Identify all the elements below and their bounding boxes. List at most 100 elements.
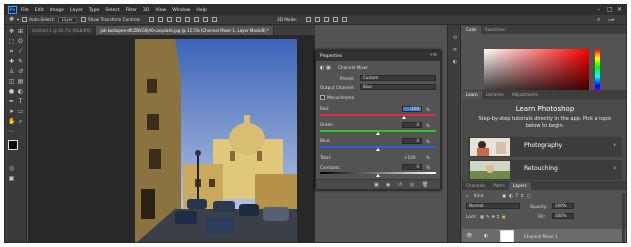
layers-scrollbar[interactable] <box>622 193 625 242</box>
output-channel-dropdown[interactable]: Blue <box>360 84 436 90</box>
gradient-tool-icon[interactable]: ▤ <box>17 78 24 85</box>
tab-unsplash-image[interactable]: jak-kostapne-dfcZBVG0jA0-unsplash.jpg @ … <box>96 26 274 35</box>
layer-row-channel-mixer[interactable]: 👁 ◐ Channel Mixer 1 <box>462 229 626 242</box>
delete-icon[interactable]: 🗑 <box>422 182 428 188</box>
quick-mask-icon[interactable]: ◎ <box>8 165 15 172</box>
align-center-icon[interactable] <box>158 17 164 22</box>
tab-layers[interactable]: Layers <box>508 182 531 190</box>
blur-tool-icon[interactable]: ● <box>8 88 15 95</box>
blue-slider-thumb[interactable] <box>376 148 380 151</box>
tab-paths[interactable]: Paths <box>489 182 508 190</box>
eye-icon[interactable]: 👁 <box>466 233 472 239</box>
tab-channels[interactable]: Channels <box>462 182 489 190</box>
foreground-color-swatch[interactable] <box>8 140 18 150</box>
tab-adjustments[interactable]: Adjustments <box>508 91 542 99</box>
align-right-icon[interactable] <box>167 17 173 22</box>
history-icon[interactable]: ⟲ <box>452 35 458 41</box>
menu-select[interactable]: Select <box>105 8 119 13</box>
dodge-tool-icon[interactable]: ◐ <box>17 88 24 95</box>
3d-scale-icon[interactable] <box>342 17 348 22</box>
menu-file[interactable]: File <box>21 8 29 13</box>
tab-learn[interactable]: Learn <box>462 91 482 99</box>
reset-icon[interactable]: ↺ <box>398 182 402 188</box>
adjustments-icon[interactable]: ◐ <box>452 59 458 65</box>
move-tool-icon[interactable]: ✥ <box>9 16 14 23</box>
align-middle-icon[interactable] <box>185 17 191 22</box>
crop-tool-icon[interactable]: ⌗ <box>8 48 15 55</box>
close-icon[interactable]: ✕ <box>617 6 622 13</box>
align-left-icon[interactable] <box>149 17 155 22</box>
view-previous-icon[interactable]: ◉ <box>386 182 390 188</box>
layer-filter-icons[interactable]: ▣◐T⌗▢ <box>502 193 533 198</box>
menu-filter[interactable]: Filter <box>126 8 137 13</box>
menu-3d[interactable]: 3D <box>143 8 149 13</box>
more-options-icon[interactable] <box>212 17 218 22</box>
history-brush-tool-icon[interactable]: ↺ <box>17 68 24 75</box>
properties-icon[interactable]: ≡ <box>452 47 458 53</box>
healing-tool-icon[interactable]: ✚ <box>8 58 15 65</box>
filter-kind-icon[interactable]: ⌕ <box>466 193 468 198</box>
workspace-icon[interactable]: ▭▾ <box>608 17 614 22</box>
opacity-input[interactable]: 100% <box>552 203 574 209</box>
tab-swatches[interactable]: Swatches <box>481 26 509 34</box>
collapse-icon[interactable]: »≡ <box>430 52 437 58</box>
brush-tool-icon[interactable]: ✎ <box>17 58 24 65</box>
menu-help[interactable]: Help <box>196 8 206 13</box>
eraser-tool-icon[interactable]: ◫ <box>8 78 15 85</box>
shape-tool-icon[interactable]: ▭ <box>17 108 24 115</box>
type-tool-icon[interactable]: T <box>17 98 24 105</box>
zoom-tool-icon[interactable]: ⌕ <box>17 118 24 125</box>
hand-tool-icon[interactable]: ✋ <box>8 118 15 125</box>
layer-name[interactable]: Channel Mixer 1 <box>524 234 558 239</box>
pen-tool-icon[interactable]: ✒ <box>8 98 15 105</box>
minimize-icon[interactable]: – <box>597 6 600 13</box>
constant-slider-thumb[interactable] <box>376 174 380 177</box>
more-tools-icon[interactable]: ⋯ <box>8 128 15 135</box>
auto-select-checkbox[interactable] <box>22 17 28 22</box>
menu-type[interactable]: Type <box>89 8 100 13</box>
dropdown-arrow-icon[interactable]: ▾ <box>17 17 19 22</box>
monochrome-checkbox[interactable] <box>320 95 325 100</box>
menu-window[interactable]: Window <box>172 8 190 13</box>
green-value[interactable]: 0 <box>402 122 422 128</box>
lock-icons[interactable]: ▦✎✥⌗🔒 <box>480 214 509 220</box>
red-value[interactable]: -100 <box>402 106 422 112</box>
lasso-tool-icon[interactable]: ʘ <box>17 38 24 45</box>
align-top-icon[interactable] <box>176 17 182 22</box>
distribute-icon[interactable] <box>203 17 209 22</box>
artboard-tool-icon[interactable]: ⊞ <box>17 28 24 35</box>
tab-untitled-1[interactable]: Untitled-1 @ 66.7% (RGB/8#) <box>28 26 97 35</box>
eyedropper-tool-icon[interactable]: ⁄ <box>17 48 24 55</box>
3d-roll-icon[interactable] <box>315 17 321 22</box>
3d-slide-icon[interactable] <box>333 17 339 22</box>
blue-value[interactable]: 0 <box>402 138 422 144</box>
show-transform-checkbox[interactable] <box>80 17 86 22</box>
visibility-icon[interactable]: ◎ <box>410 182 414 188</box>
move-tool-icon[interactable]: ✥ <box>8 28 15 35</box>
auto-select-dropdown[interactable]: Layer <box>57 16 77 23</box>
document-photo[interactable] <box>135 39 297 242</box>
card-photography[interactable]: Photography › <box>468 137 622 157</box>
search-icon[interactable]: ⌕ <box>597 16 600 24</box>
3d-pan-icon[interactable] <box>324 17 330 22</box>
preset-dropdown[interactable]: Custom <box>360 75 436 81</box>
green-slider-thumb[interactable] <box>376 132 380 135</box>
menu-view[interactable]: View <box>155 8 166 13</box>
3d-rotate-icon[interactable] <box>306 17 312 22</box>
card-retouching[interactable]: Retouching › <box>468 160 622 180</box>
constant-value[interactable]: 0 <box>402 164 422 170</box>
path-selection-tool-icon[interactable]: ➤ <box>8 108 15 115</box>
align-bottom-icon[interactable] <box>194 17 200 22</box>
layer-mask-thumbnail[interactable] <box>500 230 514 242</box>
screen-mode-icon[interactable]: ▣ <box>8 175 15 182</box>
red-slider-thumb[interactable] <box>402 116 406 119</box>
red-slider-track[interactable] <box>320 114 436 116</box>
maximize-icon[interactable]: □ <box>607 6 613 13</box>
tab-libraries[interactable]: Libraries <box>482 91 508 99</box>
clip-to-layer-icon[interactable]: ▣ <box>374 182 379 188</box>
menu-layer[interactable]: Layer <box>70 8 83 13</box>
marquee-tool-icon[interactable]: ⬚ <box>8 38 15 45</box>
menu-edit[interactable]: Edit <box>35 8 44 13</box>
kind-label[interactable]: Kind <box>474 193 483 198</box>
menu-image[interactable]: Image <box>50 8 64 13</box>
